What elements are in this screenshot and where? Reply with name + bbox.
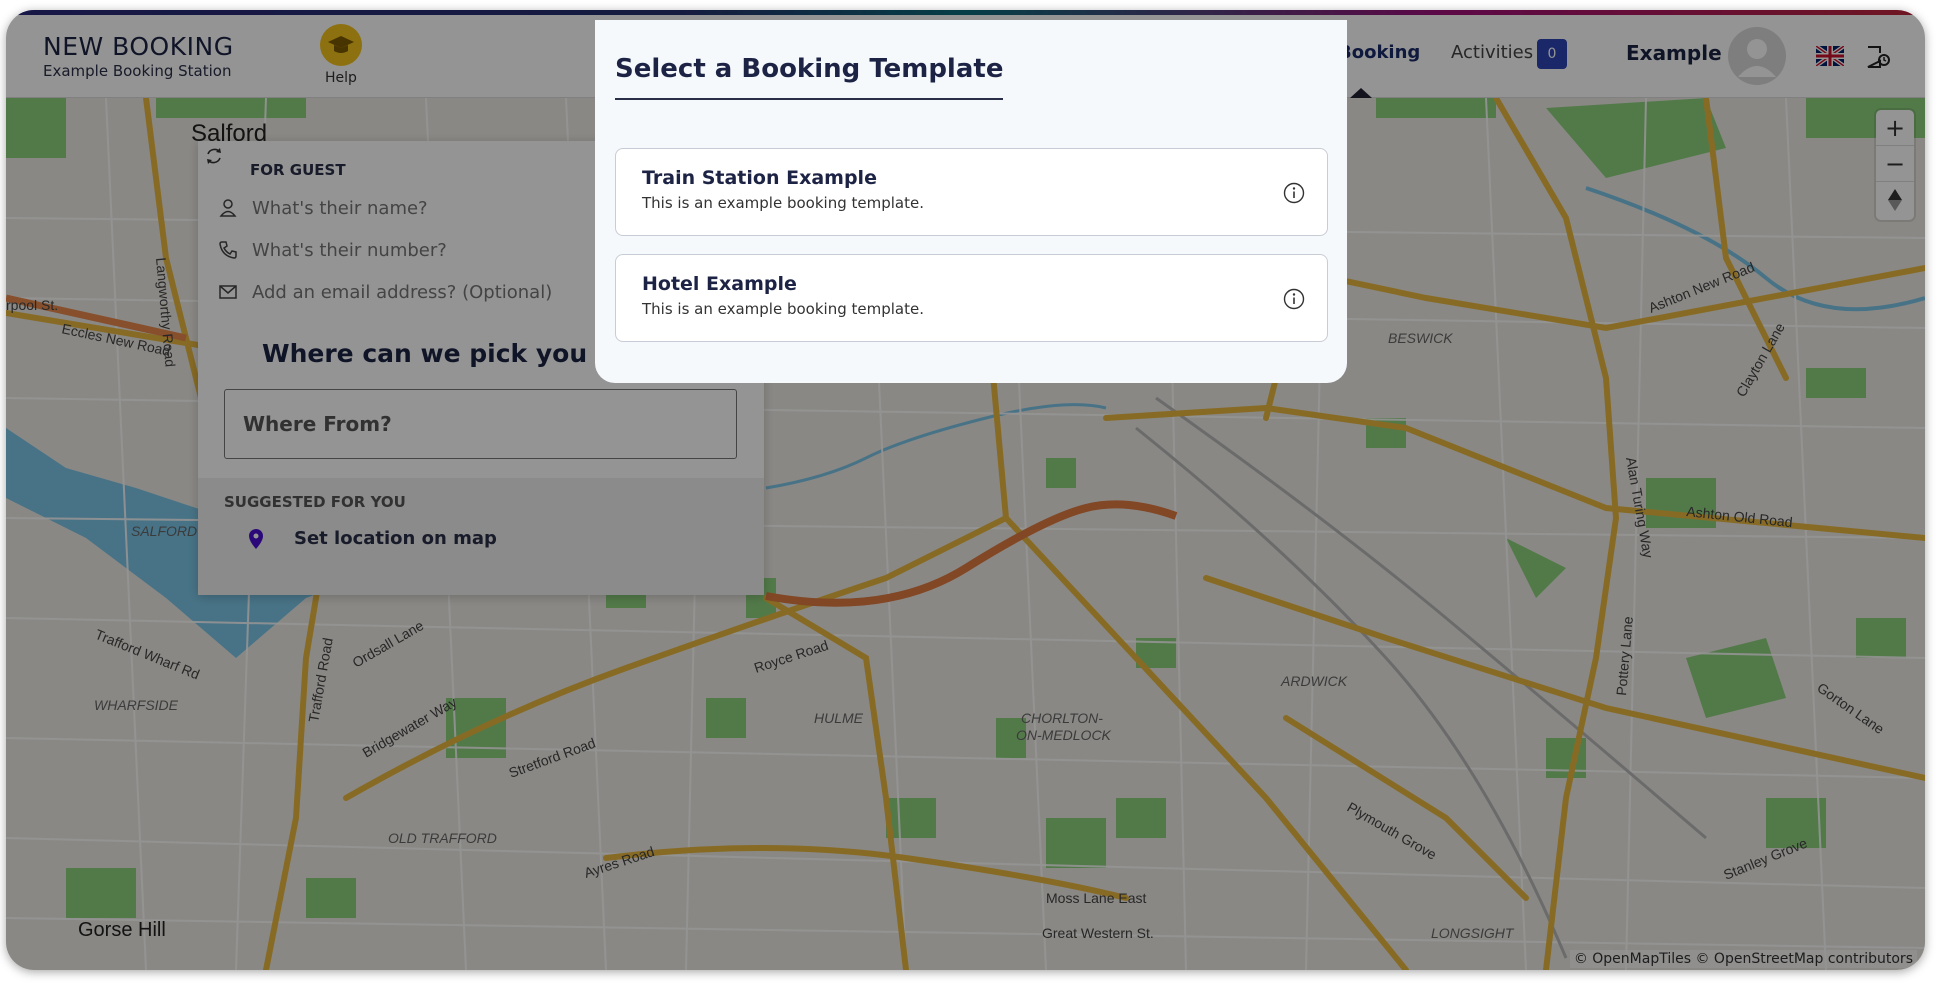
- template-card-train-station[interactable]: Train Station Example This is an example…: [615, 148, 1328, 236]
- template-name: Hotel Example: [642, 273, 797, 295]
- info-icon[interactable]: [1283, 182, 1305, 204]
- info-icon[interactable]: [1283, 288, 1305, 310]
- template-card-hotel[interactable]: Hotel Example This is an example booking…: [615, 254, 1328, 342]
- template-modal: Select a Booking Template Train Station …: [595, 20, 1347, 383]
- template-description: This is an example booking template.: [642, 300, 924, 318]
- template-name: Train Station Example: [642, 167, 877, 189]
- template-description: This is an example booking template.: [642, 194, 924, 212]
- modal-title: Select a Booking Template: [615, 54, 1004, 100]
- app-frame: Salford SALFORD Gorse Hill WHARFSIDE OLD…: [6, 10, 1925, 970]
